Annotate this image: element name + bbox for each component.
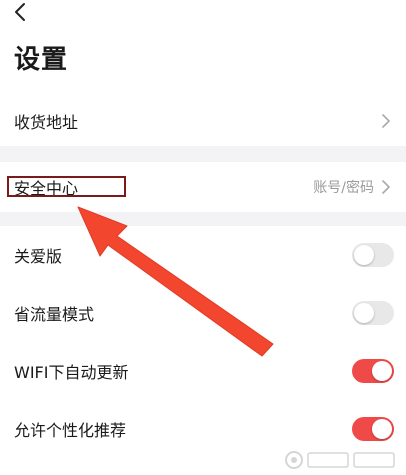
security-center-row[interactable]: 安全中心 账号/密码 bbox=[0, 162, 406, 212]
data-saver-label: 省流量模式 bbox=[14, 305, 95, 324]
care-mode-toggle[interactable] bbox=[352, 243, 394, 267]
wifi-auto-update-row: WIFI下自动更新 bbox=[0, 342, 406, 400]
security-group: 安全中心 账号/密码 bbox=[0, 162, 406, 212]
address-row[interactable]: 收货地址 bbox=[0, 96, 406, 146]
toggle-knob bbox=[372, 419, 392, 439]
personalized-recommend-toggle[interactable] bbox=[352, 417, 394, 441]
wifi-auto-update-toggle[interactable] bbox=[352, 359, 394, 383]
care-mode-row: 关爱版 bbox=[0, 226, 406, 284]
toggles-group: 关爱版 省流量模式 WIFI下自动更新 允许个性化推荐 bbox=[0, 226, 406, 475]
address-label: 收货地址 bbox=[14, 113, 79, 132]
data-saver-toggle[interactable] bbox=[352, 301, 394, 325]
chevron-right-icon bbox=[380, 180, 392, 194]
toggle-knob bbox=[354, 303, 374, 323]
data-saver-row: 省流量模式 bbox=[0, 284, 406, 342]
toggle-knob bbox=[354, 245, 374, 265]
chevron-left-icon bbox=[15, 3, 25, 21]
personalized-recommend-row: 允许个性化推荐 bbox=[0, 400, 406, 458]
chevron-right-icon bbox=[380, 114, 392, 128]
security-center-value: 账号/密码 bbox=[313, 180, 374, 196]
address-group: 收货地址 bbox=[0, 96, 406, 146]
back-button[interactable] bbox=[8, 0, 32, 24]
security-center-label: 安全中心 bbox=[14, 179, 79, 198]
wifi-auto-update-label: WIFI下自动更新 bbox=[14, 363, 129, 382]
personalized-recommend-label: 允许个性化推荐 bbox=[14, 421, 127, 440]
page-title: 设置 bbox=[14, 45, 69, 75]
care-mode-label: 关爱版 bbox=[14, 247, 63, 266]
toggle-knob bbox=[372, 361, 392, 381]
header: 设置 bbox=[0, 0, 406, 96]
settings-screen: 设置 收货地址 安全中心 账号/密码 关爱版 省流量模式 WIFI下自动更新 允… bbox=[0, 0, 406, 475]
